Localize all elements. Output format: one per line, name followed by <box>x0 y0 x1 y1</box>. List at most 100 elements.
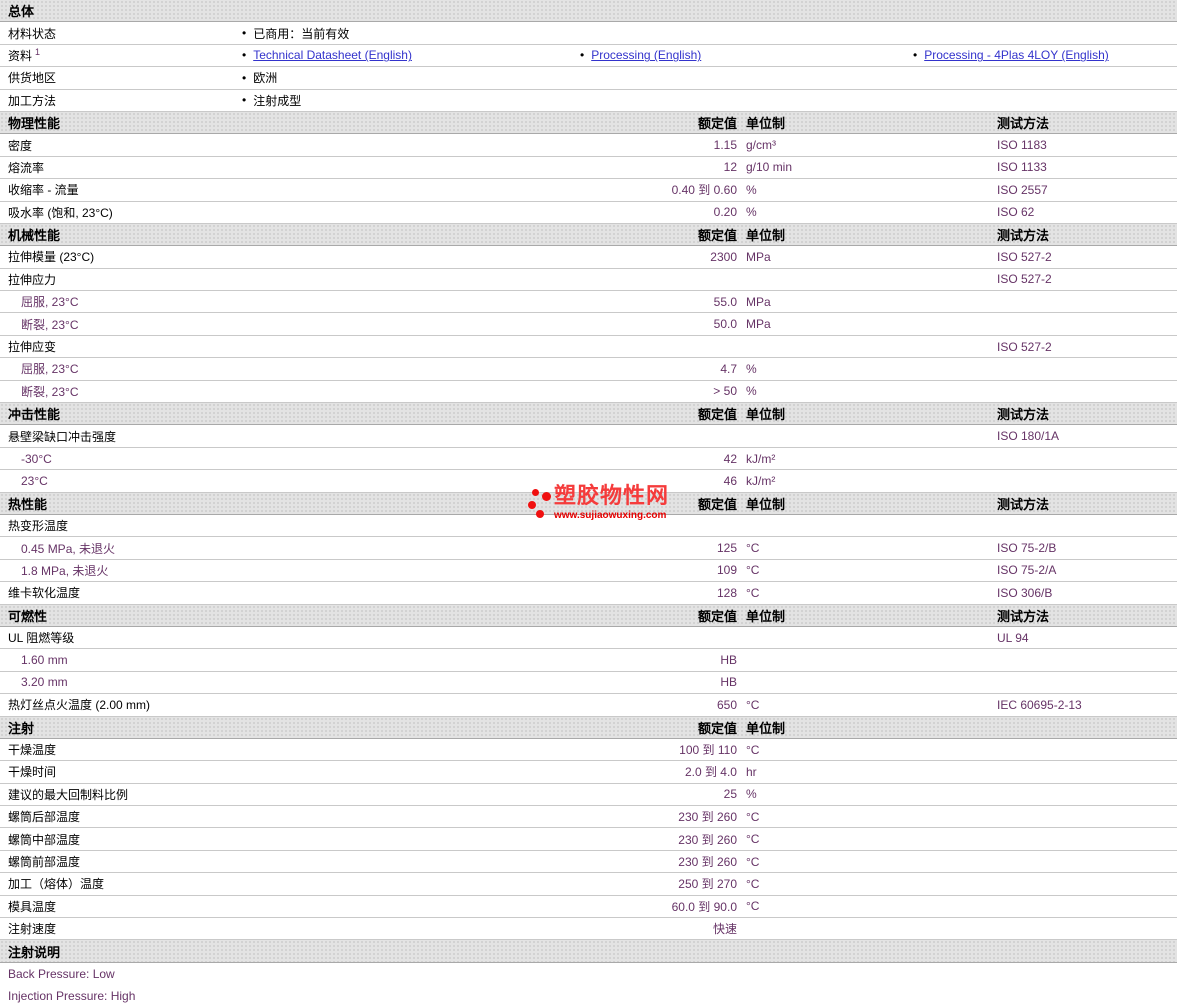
section-header: 注射 额定值 单位制 <box>0 716 1177 739</box>
unit-label: °C <box>746 832 760 847</box>
unit-label: % <box>746 361 757 376</box>
bullet-item: • Processing (English) <box>580 48 913 62</box>
bullet-item: • 已商用：当前有效 <box>242 25 580 42</box>
unit-label: °C <box>746 899 760 914</box>
logo-title: 塑胶物性网 <box>554 483 670 508</box>
rated-value: 0.20 <box>713 205 737 220</box>
bullet-icon: • <box>242 70 247 85</box>
column-header-unit: 单位制 <box>746 608 786 624</box>
unit-label: MPa <box>746 249 771 264</box>
property-label-text: 供货地区 <box>8 71 57 86</box>
bullet-item: • 欧洲 <box>242 69 580 86</box>
column-header-unit: 单位制 <box>746 228 786 244</box>
property-row: 螺筒后部温度 230 到 260 °C <box>0 806 1177 829</box>
rated-value: 109 <box>716 563 737 578</box>
section-header: 机械性能 额定值 单位制 测试方法 <box>0 223 1177 247</box>
test-method: ISO 1183 <box>997 138 1047 153</box>
property-label: 0.45 MPa, 未退火 <box>21 541 116 556</box>
test-method: ISO 527-2 <box>997 249 1052 264</box>
section-title: 注射 <box>8 720 35 736</box>
unit-label: MPa <box>746 294 771 309</box>
property-label: 资料 1 <box>0 47 242 64</box>
test-method: ISO 75-2/B <box>997 541 1057 556</box>
doc-link[interactable]: Technical Datasheet (English) <box>253 48 412 62</box>
property-row: 干燥温度 100 到 110 °C <box>0 739 1177 762</box>
rated-value: 2.0 到 4.0 <box>684 765 737 780</box>
property-label: 吸水率 (饱和, 23°C) <box>8 205 113 220</box>
rated-value: > 50 <box>713 384 737 399</box>
property-row: UL 阻燃等级 UL 94 <box>0 627 1177 650</box>
rated-value: 0.40 到 0.60 <box>671 183 737 198</box>
property-label: 悬壁梁缺口冲击强度 <box>8 429 117 444</box>
test-method: ISO 1133 <box>997 160 1047 175</box>
property-label: 3.20 mm <box>21 675 68 690</box>
test-method: ISO 2557 <box>997 182 1048 197</box>
property-label: 断裂, 23°C <box>21 317 79 332</box>
property-row: 加工（熔体）温度 250 到 270 °C <box>0 873 1177 896</box>
property-label: 1.60 mm <box>21 653 68 668</box>
rated-value: 快速 <box>712 922 737 937</box>
property-label: 拉伸模量 (23°C) <box>8 250 95 265</box>
property-label-text: 资料 <box>8 48 33 63</box>
property-row: 0.45 MPa, 未退火 125 °C ISO 75-2/B <box>0 537 1177 560</box>
test-method: ISO 180/1A <box>997 429 1060 444</box>
doc-link[interactable]: Processing (English) <box>591 48 701 62</box>
property-row: 屈服, 23°C 55.0 MPa <box>0 291 1177 314</box>
property-label: UL 阻燃等级 <box>8 631 75 646</box>
note-text: Back Pressure: Low <box>8 966 115 981</box>
property-row: 热灯丝点火温度 (2.00 mm) 650 °C IEC 60695-2-13 <box>0 694 1177 717</box>
sujiaowuxing-logo: 塑胶物性网 www.sujiaowuxing.com <box>526 481 676 528</box>
bullet-icon: • <box>580 48 585 63</box>
test-method: ISO 75-2/A <box>997 563 1057 578</box>
rated-value: 60.0 到 90.0 <box>671 899 737 914</box>
section-title: 可燃性 <box>8 608 48 624</box>
item-text: 已商用：当前有效 <box>253 26 350 41</box>
property-row: 悬壁梁缺口冲击强度 ISO 180/1A <box>0 425 1177 448</box>
property-row: 屈服, 23°C 4.7% <box>0 358 1177 381</box>
rated-value: HB <box>720 653 737 668</box>
property-label: 加工方法 <box>0 92 242 109</box>
property-label: 密度 <box>8 138 33 153</box>
section-header: 可燃性 额定值 单位制 测试方法 <box>0 604 1177 627</box>
bullet-icon: • <box>242 93 247 108</box>
rated-value: 50.0 <box>713 317 737 332</box>
rated-value: 125 <box>716 541 737 556</box>
column-header-test: 测试方法 <box>997 228 1050 244</box>
general-row: 供货地区 • 欧洲 <box>0 67 1177 90</box>
column-header-unit: 单位制 <box>746 496 786 512</box>
logo-dots-icon <box>526 481 552 528</box>
rated-value: 42 <box>723 451 737 466</box>
bullet-icon: • <box>913 48 918 63</box>
general-row: 资料 1 • Technical Datasheet (English) • Proces… <box>0 45 1177 68</box>
property-label: 熔流率 <box>8 160 45 175</box>
general-row: 加工方法 • 注射成型 <box>0 90 1177 112</box>
property-label: 拉伸应力 <box>8 272 57 287</box>
column-header-unit: 单位制 <box>746 116 786 132</box>
property-label: 材料状态 <box>0 25 242 42</box>
property-row: 螺筒中部温度 230 到 260 °C <box>0 828 1177 851</box>
test-method: ISO 62 <box>997 205 1035 220</box>
property-row: 拉伸应力 ISO 527-2 <box>0 269 1177 292</box>
footnote-marker: 1 <box>35 46 41 57</box>
test-method: ISO 527-2 <box>997 272 1052 287</box>
test-method: UL 94 <box>997 630 1029 645</box>
property-label: 1.8 MPa, 未退火 <box>21 563 109 578</box>
section-title: 机械性能 <box>8 228 61 244</box>
property-label: 螺筒前部温度 <box>8 855 81 870</box>
property-label: 屈服, 23°C <box>21 362 79 377</box>
bullet-item: • Processing - 4Plas 4LOY (English) <box>913 48 1177 62</box>
rated-value: 100 到 110 <box>679 743 737 758</box>
unit-label: % <box>746 205 757 220</box>
note-row: Back Pressure: Low <box>0 963 1177 985</box>
rated-value: 12 <box>723 160 737 175</box>
column-header-value: 额定值 <box>697 608 737 624</box>
rated-value: 230 到 260 <box>678 855 737 870</box>
property-row: 模具温度 60.0 到 90.0 °C <box>0 896 1177 919</box>
section-header: 物理性能 额定值 单位制 测试方法 <box>0 111 1177 135</box>
property-label: 注射速度 <box>8 922 57 937</box>
general-row: 材料状态 • 已商用：当前有效 <box>0 22 1177 45</box>
doc-link[interactable]: Processing - 4Plas 4LOY (English) <box>924 48 1109 62</box>
section-header-general: 总体 <box>0 0 1177 23</box>
property-label: 断裂, 23°C <box>21 384 79 399</box>
item-text: 注射成型 <box>253 93 302 108</box>
